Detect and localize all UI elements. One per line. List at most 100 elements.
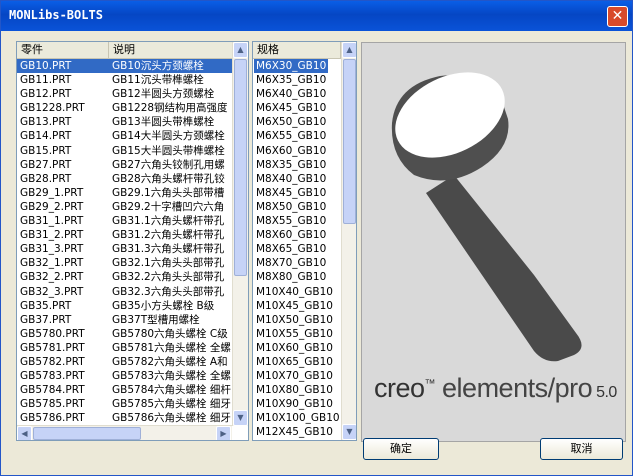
description-cell: GB32.3六角头头部带孔	[112, 285, 225, 298]
ok-button[interactable]: 确定	[363, 438, 439, 460]
spec-vertical-scrollbar[interactable]: ▲ ▼	[341, 42, 356, 440]
list-item[interactable]: M6X35_GB10	[253, 73, 341, 87]
description-cell: GB14大半圆头方颈螺栓	[112, 130, 225, 143]
close-button[interactable]: ✕	[607, 6, 628, 27]
column-header-file[interactable]: 零件	[17, 42, 109, 59]
list-item[interactable]: M6X55_GB10	[253, 129, 341, 143]
table-row[interactable]: GB32_3.PRT GB32.3六角头头部带孔	[17, 285, 232, 299]
list-item[interactable]: M10X55_GB10	[253, 327, 341, 341]
file-name-cell: GB5786.PRT	[20, 412, 85, 425]
description-cell: GB35小方头螺栓 B级	[112, 299, 215, 312]
description-cell: GB32.1六角头头部带孔	[112, 257, 225, 270]
table-row[interactable]: GB1228.PRT GB1228钢结构用高强度	[17, 101, 232, 115]
spec-list[interactable]: 规格 M6X30_GB10 M6X35_GB10 M6X40_GB10 M6X45_G…	[252, 41, 357, 441]
spec-value: M8X45_GB10	[256, 186, 327, 199]
column-header-desc[interactable]: 说明	[109, 42, 233, 59]
list-item[interactable]: M6X60_GB10	[253, 144, 341, 158]
spec-value: M10X70_GB10	[256, 370, 333, 383]
table-row[interactable]: GB5783.PRT GB5783六角头螺栓 全螺	[17, 369, 232, 383]
list-item[interactable]: M8X70_GB10	[253, 256, 341, 270]
list-item[interactable]: M6X45_GB10	[253, 101, 341, 115]
list-item[interactable]: M8X40_GB10	[253, 172, 341, 186]
scroll-up-icon[interactable]: ▲	[233, 42, 248, 58]
table-row[interactable]: GB32_2.PRT GB32.2六角头头部带孔	[17, 270, 232, 284]
parts-vertical-scrollbar[interactable]: ▲ ▼	[232, 42, 248, 426]
list-item[interactable]: M8X55_GB10	[253, 214, 341, 228]
table-row[interactable]: GB29_2.PRT GB29.2十字槽凹穴六角	[17, 200, 232, 214]
table-row[interactable]: GB5781.PRT GB5781六角头螺栓 全螺	[17, 341, 232, 355]
description-cell: GB31.3六角头螺杆带孔	[112, 243, 225, 256]
table-row[interactable]: GB10.PRT GB10沉头方颈螺栓	[17, 59, 232, 74]
table-row[interactable]: GB12.PRT GB12半圆头方颈螺栓	[17, 87, 232, 101]
title-bar[interactable]: MONLibs-BOLTS ✕	[1, 1, 632, 31]
table-row[interactable]: GB31_3.PRT GB31.3六角头螺杆带孔	[17, 242, 232, 256]
list-item[interactable]: M8X60_GB10	[253, 228, 341, 242]
list-item[interactable]: M6X30_GB10	[253, 59, 341, 73]
list-item[interactable]: M10X65_GB10	[253, 355, 341, 369]
table-row[interactable]: GB28.PRT GB28六角头螺杆带孔铰	[17, 172, 232, 186]
horizontal-scroll-thumb[interactable]	[33, 427, 141, 440]
table-row[interactable]: GB35.PRT GB35小方头螺栓 B级	[17, 299, 232, 313]
list-item[interactable]: M12X45_GB10	[253, 425, 341, 439]
spec-value: M10X80_GB10	[256, 384, 333, 397]
spec-value: M8X70_GB10	[256, 257, 327, 270]
scroll-up-icon[interactable]: ▲	[342, 42, 356, 58]
parts-horizontal-scrollbar[interactable]: ◀ ▶	[17, 425, 232, 440]
scroll-right-icon[interactable]: ▶	[216, 426, 231, 440]
list-item[interactable]: M8X50_GB10	[253, 200, 341, 214]
scroll-thumb[interactable]	[343, 59, 356, 224]
creo-logo: creo™ elements/pro 5.0	[374, 373, 617, 403]
file-name-cell: GB15.PRT	[20, 144, 72, 157]
file-name-cell: GB5780.PRT	[20, 327, 85, 340]
table-row[interactable]: GB11.PRT GB11沉头带榫螺栓	[17, 73, 232, 87]
cancel-button[interactable]: 取消	[540, 438, 623, 460]
description-cell: GB5780六角头螺栓 C级	[112, 327, 228, 340]
spec-value: M10X45_GB10	[256, 299, 333, 312]
list-item[interactable]: M10X100_GB10	[253, 411, 341, 425]
scroll-left-icon[interactable]: ◀	[17, 426, 32, 440]
table-row[interactable]: GB15.PRT GB15大半圆头带榫螺栓	[17, 144, 232, 158]
list-item[interactable]: M8X45_GB10	[253, 186, 341, 200]
list-item[interactable]: M10X45_GB10	[253, 299, 341, 313]
list-item[interactable]: M10X70_GB10	[253, 369, 341, 383]
file-name-cell: GB5784.PRT	[20, 384, 85, 397]
spec-value: M6X55_GB10	[256, 130, 327, 143]
table-row[interactable]: GB29_1.PRT GB29.1六角头头部带槽	[17, 186, 232, 200]
parts-list[interactable]: 零件 说明 GB10.PRT GB10沉头方颈螺栓 GB11.PRT GB11沉头带榫…	[16, 41, 249, 441]
table-row[interactable]: GB14.PRT GB14大半圆头方颈螺栓	[17, 129, 232, 143]
table-row[interactable]: GB31_1.PRT GB31.1六角头螺杆带孔	[17, 214, 232, 228]
table-row[interactable]: GB5782.PRT GB5782六角头螺栓 A和	[17, 355, 232, 369]
description-cell: GB5783六角头螺栓 全螺	[112, 370, 231, 383]
file-name-cell: GB5785.PRT	[20, 398, 85, 411]
table-row[interactable]: GB32_1.PRT GB32.1六角头头部带孔	[17, 256, 232, 270]
table-row[interactable]: GB5786.PRT GB5786六角头螺栓 细牙	[17, 411, 232, 425]
table-row[interactable]: GB5784.PRT GB5784六角头螺栓 细杆	[17, 383, 232, 397]
list-item[interactable]: M10X90_GB10	[253, 397, 341, 411]
scroll-down-icon[interactable]: ▼	[342, 424, 356, 440]
table-row[interactable]: GB5780.PRT GB5780六角头螺栓 C级	[17, 327, 232, 341]
list-item[interactable]: M8X35_GB10	[253, 158, 341, 172]
list-item[interactable]: M10X60_GB10	[253, 341, 341, 355]
list-item[interactable]: M10X50_GB10	[253, 313, 341, 327]
file-name-cell: GB14.PRT	[20, 130, 72, 143]
scroll-thumb[interactable]	[234, 59, 247, 276]
table-row[interactable]: GB31_2.PRT GB31.2六角头螺杆带孔	[17, 228, 232, 242]
table-row[interactable]: GB27.PRT GB27六角头铰制孔用螺	[17, 158, 232, 172]
list-item[interactable]: M6X50_GB10	[253, 115, 341, 129]
spec-rows: M6X30_GB10 M6X35_GB10 M6X40_GB10 M6X45_GB10…	[253, 59, 341, 441]
list-item[interactable]: M10X80_GB10	[253, 383, 341, 397]
list-item[interactable]: M6X40_GB10	[253, 87, 341, 101]
table-row[interactable]: GB5785.PRT GB5785六角头螺栓 细牙	[17, 397, 232, 411]
spec-value: M10X40_GB10	[256, 285, 333, 298]
description-cell: GB29.2十字槽凹穴六角	[112, 200, 225, 213]
column-header-spec[interactable]: 规格	[253, 42, 341, 59]
table-row[interactable]: GB37.PRT GB37T型槽用螺栓	[17, 313, 232, 327]
list-item[interactable]: M8X80_GB10	[253, 270, 341, 284]
list-item[interactable]: M10X40_GB10	[253, 285, 341, 299]
spec-value: M8X50_GB10	[256, 200, 327, 213]
scroll-down-icon[interactable]: ▼	[233, 410, 248, 426]
table-row[interactable]: GB13.PRT GB13半圆头带榫螺栓	[17, 115, 232, 129]
list-item[interactable]: M12X50_GB10	[253, 440, 341, 441]
file-name-cell: GB37.PRT	[20, 313, 72, 326]
list-item[interactable]: M8X65_GB10	[253, 242, 341, 256]
